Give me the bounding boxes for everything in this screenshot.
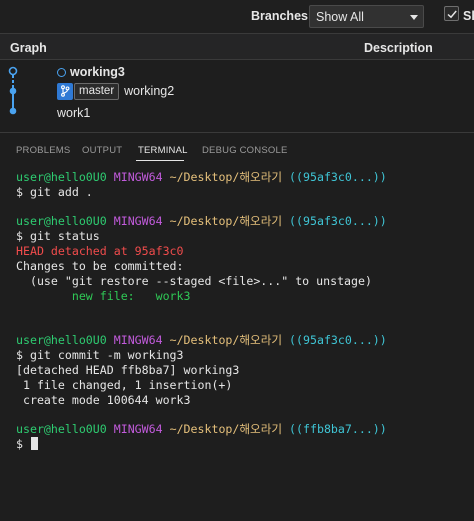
commit-row[interactable]: master working2 bbox=[57, 82, 174, 100]
terminal-command: $ git commit -m working3 bbox=[16, 348, 184, 362]
tab-problems[interactable]: PROBLEMS bbox=[16, 145, 70, 156]
terminal-output-line: create mode 100644 work3 bbox=[16, 393, 191, 407]
terminal-cursor bbox=[30, 437, 38, 450]
commit-message: working2 bbox=[124, 84, 175, 98]
top-toolbar: Branches: Show All Sh bbox=[0, 0, 474, 33]
prompt-path: ~/Desktop/해오라기 bbox=[169, 170, 283, 184]
branches-label: Branches: bbox=[251, 9, 313, 23]
head-commit-icon bbox=[57, 67, 66, 77]
graph-column-title[interactable]: Graph bbox=[10, 41, 47, 55]
terminal-prompt: user@hello0U0 MINGW64 ~/Desktop/해오라기 ((f… bbox=[16, 422, 387, 437]
prompt-ref: ((95af3c0...)) bbox=[289, 170, 387, 184]
terminal-prompt: user@hello0U0 MINGW64 ~/Desktop/해오라기 ((9… bbox=[16, 333, 387, 348]
commit-message: working3 bbox=[70, 65, 125, 79]
prompt-shell: MINGW64 bbox=[113, 422, 163, 436]
prompt-path: ~/Desktop/해오라기 bbox=[169, 214, 283, 228]
terminal-output-head-detached: HEAD detached at 95af3c0 bbox=[16, 244, 184, 258]
terminal-panel[interactable]: user@hello0U0 MINGW64 ~/Desktop/해오라기 ((9… bbox=[0, 162, 474, 521]
show-checkbox[interactable] bbox=[444, 6, 459, 21]
commit-message: work1 bbox=[57, 106, 91, 120]
prompt-shell: MINGW64 bbox=[113, 214, 163, 228]
branch-graph-lines bbox=[8, 66, 18, 115]
commit-node bbox=[9, 107, 17, 115]
terminal-output-new-file: new file: work3 bbox=[16, 289, 191, 303]
prompt-user-host: user@hello0U0 bbox=[16, 170, 107, 184]
graph-column-header: Graph Description bbox=[0, 33, 474, 60]
prompt-user-host: user@hello0U0 bbox=[16, 333, 107, 347]
tab-debug-console[interactable]: DEBUG CONSOLE bbox=[202, 145, 287, 156]
terminal-output-line: [detached HEAD ffb8ba7] working3 bbox=[16, 363, 240, 377]
branch-filter-value: Show All bbox=[316, 10, 364, 24]
branch-badge-master[interactable]: master bbox=[74, 82, 120, 100]
prompt-shell: MINGW64 bbox=[113, 170, 163, 184]
commit-row[interactable]: working3 bbox=[57, 63, 125, 81]
prompt-ref: ((95af3c0...)) bbox=[289, 333, 387, 347]
git-branch-icon bbox=[57, 82, 73, 100]
tab-terminal[interactable]: TERMINAL bbox=[138, 145, 188, 156]
prompt-path: ~/Desktop/해오라기 bbox=[169, 333, 283, 347]
commit-graph: working3 master working2 work1 bbox=[0, 60, 474, 132]
description-column-title[interactable]: Description bbox=[364, 41, 433, 55]
show-option-label: Sh bbox=[463, 9, 474, 23]
tab-output[interactable]: OUTPUT bbox=[82, 145, 122, 156]
terminal-input-line[interactable]: $ bbox=[16, 437, 38, 452]
terminal-output-line: 1 file changed, 1 insertion(+) bbox=[16, 378, 233, 392]
terminal-command: $ bbox=[16, 437, 30, 451]
commit-node-head bbox=[8, 66, 18, 76]
commit-node bbox=[9, 87, 17, 95]
prompt-ref: ((ffb8ba7...)) bbox=[289, 422, 387, 436]
panel-tab-bar: PROBLEMS OUTPUT TERMINAL DEBUG CONSOLE bbox=[0, 132, 474, 162]
terminal-prompt: user@hello0U0 MINGW64 ~/Desktop/해오라기 ((9… bbox=[16, 170, 387, 185]
commit-row[interactable]: work1 bbox=[57, 104, 90, 122]
terminal-command: $ git add . bbox=[16, 185, 93, 199]
checkmark-icon bbox=[447, 10, 457, 19]
branch-filter-select[interactable]: Show All bbox=[309, 5, 424, 28]
chevron-down-icon bbox=[410, 15, 418, 20]
terminal-output-line: (use "git restore --staged <file>..." to… bbox=[16, 274, 372, 288]
active-tab-indicator bbox=[136, 160, 184, 161]
terminal-command: $ git status bbox=[16, 229, 100, 243]
prompt-user-host: user@hello0U0 bbox=[16, 214, 107, 228]
prompt-shell: MINGW64 bbox=[113, 333, 163, 347]
prompt-path: ~/Desktop/해오라기 bbox=[169, 422, 283, 436]
prompt-user-host: user@hello0U0 bbox=[16, 422, 107, 436]
terminal-output-line: Changes to be committed: bbox=[16, 259, 184, 273]
prompt-ref: ((95af3c0...)) bbox=[289, 214, 387, 228]
terminal-prompt: user@hello0U0 MINGW64 ~/Desktop/해오라기 ((9… bbox=[16, 214, 387, 229]
